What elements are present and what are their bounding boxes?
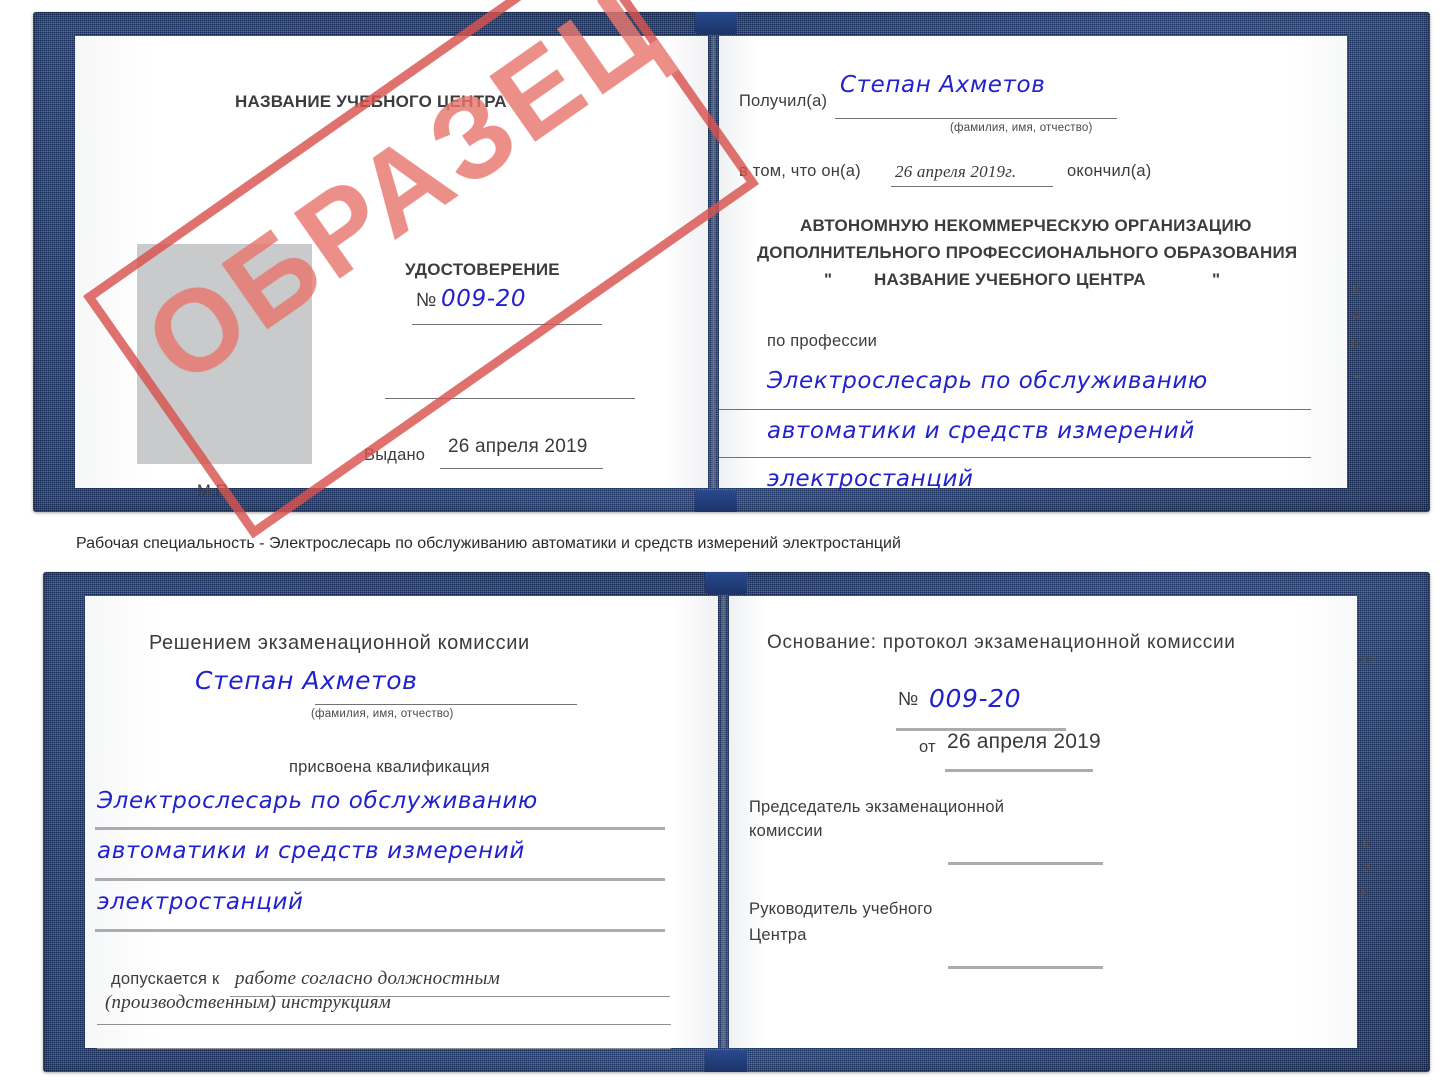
- qualification-rule-1-bottom: [95, 827, 665, 830]
- qualification-line-1-bottom: Электрослесарь по обслуживанию: [97, 788, 538, 814]
- protocol-number-label-bottom: №: [898, 689, 919, 710]
- admitted-line-1-bottom: работе согласно должностным: [235, 968, 500, 989]
- page-bottom-right: Основание: протокол экзаменационной коми…: [729, 596, 1357, 1048]
- profession-label-top: по профессии: [767, 332, 878, 350]
- page-top-left: НАЗВАНИЕ УЧЕБНОГО ЦЕНТРА УДОСТОВЕРЕНИЕ №…: [75, 36, 708, 500]
- org-line-3-top: НАЗВАНИЕ УЧЕБНОГО ЦЕНТРА: [874, 270, 1146, 289]
- spine-notch-top: [695, 12, 737, 34]
- issued-date-top: 26 апреля 2019: [448, 436, 588, 457]
- issued-rule-top: [440, 468, 603, 469]
- page-bottom-left: Решением экзаменационной комиссии Степан…: [85, 596, 718, 1049]
- fio-hint-top: (фамилия, имя, отчество): [950, 122, 1093, 134]
- certificate-bottom: Решением экзаменационной комиссии Степан…: [43, 572, 1430, 1072]
- edge-fragment: –: [1363, 758, 1371, 774]
- edge-fragment: и: [1363, 834, 1371, 850]
- photo-placeholder-top: [137, 244, 312, 464]
- issued-label-top: Выдано: [364, 446, 426, 464]
- qualification-line-2-bottom: автоматики и средств измерений: [97, 838, 525, 864]
- certificate-title-top: УДОСТОВЕРЕНИЕ: [405, 260, 560, 279]
- edge-fragment: а: [1353, 307, 1361, 323]
- edge-fragment: –: [1353, 444, 1361, 460]
- qualification-rule-2-bottom: [95, 878, 665, 881]
- received-rule-top: [835, 118, 1117, 119]
- decision-title-bottom: Решением экзаменационной комиссии: [149, 632, 530, 654]
- protocol-number-value-bottom: 009-20: [929, 684, 1022, 713]
- profession-line-3-top: электростанций: [767, 466, 974, 492]
- decision-name-rule-bottom: [315, 704, 577, 705]
- profession-rule-2-top: [719, 457, 1311, 458]
- certificate-number-label-top: №: [416, 290, 437, 311]
- head-line-2-bottom: Центра: [749, 926, 807, 944]
- edge-fragment: –: [1363, 790, 1371, 806]
- fio-hint-bottom: (фамилия, имя, отчество): [311, 708, 454, 720]
- admitted-label-bottom: допускается к: [111, 970, 220, 988]
- edge-fragment: к-: [1361, 884, 1372, 900]
- profession-line-1-top: Электрослесарь по обслуживанию: [767, 368, 1208, 394]
- spine-bottom: [721, 596, 726, 1048]
- qualification-label-bottom: присвоена квалификация: [289, 758, 490, 776]
- qualification-rule-3-bottom: [95, 929, 665, 932]
- received-name-top: Степан Ахметов: [840, 72, 1046, 98]
- edge-fragment: –: [1363, 916, 1371, 932]
- edge-fragment: –: [1363, 812, 1371, 828]
- page-top-right: Получил(а) Степан Ахметов (фамилия, имя,…: [719, 36, 1347, 492]
- edge-fragment: –: [1353, 180, 1361, 196]
- org-line-1-top: АВТОНОМНУЮ НЕКОММЕРЧЕСКУЮ ОРГАНИЗАЦИЮ: [800, 216, 1252, 235]
- in-that-label-top: в том, что он(а): [739, 162, 861, 180]
- certificate-number-rule-top: [412, 324, 602, 325]
- profession-rule-1-top: [719, 409, 1311, 410]
- completion-date-top: 26 апреля 2019г.: [895, 162, 1017, 181]
- protocol-date-value-bottom: 26 апреля 2019: [947, 730, 1101, 753]
- protocol-date-label-bottom: от: [919, 738, 936, 756]
- certificate-top: НАЗВАНИЕ УЧЕБНОГО ЦЕНТРА УДОСТОВЕРЕНИЕ №…: [33, 12, 1430, 512]
- spine-notch-bottom-top2: [705, 572, 747, 594]
- admitted-rule-3-bottom: [97, 1048, 671, 1049]
- profession-line-2-top: автоматики и средств измерений: [767, 418, 1195, 444]
- completion-date-rule-top: [891, 186, 1053, 187]
- spine-notch-bottom-top: [695, 490, 737, 512]
- qualification-line-3-bottom: электростанций: [97, 889, 304, 915]
- certificate-number-value-top: 009-20: [441, 286, 527, 312]
- blank-rule-top: [385, 398, 635, 399]
- edge-fragment: –: [1363, 982, 1371, 998]
- seal-label-top: М.П.: [197, 482, 233, 500]
- basis-label-bottom: Основание: протокол экзаменационной коми…: [767, 632, 1236, 653]
- edge-fragment: –: [1363, 1012, 1371, 1028]
- finished-label-top: окончил(а): [1067, 162, 1152, 180]
- received-label-top: Получил(а): [739, 92, 828, 110]
- chairman-line-2-bottom: комиссии: [749, 822, 823, 840]
- edge-fragment: ии: [1358, 650, 1374, 666]
- image-caption: Рабочая специальность - Электрослесарь п…: [76, 535, 901, 552]
- protocol-date-rule-bottom: [945, 769, 1093, 772]
- head-signature-rule-bottom: [948, 966, 1103, 969]
- admitted-rule-2-bottom: [97, 1024, 671, 1025]
- spine-top: [711, 36, 716, 488]
- edge-fragment: –: [1363, 950, 1371, 966]
- org-line-2-top: ДОПОЛНИТЕЛЬНОГО ПРОФЕССИОНАЛЬНОГО ОБРАЗО…: [757, 243, 1298, 262]
- org-quote-open-top: ": [824, 270, 833, 289]
- training-center-name-top: НАЗВАНИЕ УЧЕБНОГО ЦЕНТРА: [235, 92, 507, 111]
- edge-fragment: и: [1353, 280, 1361, 296]
- edge-fragment: к-: [1351, 334, 1362, 350]
- decision-name-bottom: Степан Ахметов: [195, 666, 418, 695]
- chairman-signature-rule-bottom: [948, 862, 1103, 865]
- spine-notch-bottom-bot2: [705, 1050, 747, 1072]
- edge-fragment: –: [1353, 220, 1361, 236]
- org-quote-close-top: ": [1212, 270, 1221, 289]
- edge-fragment: –: [1353, 367, 1361, 383]
- edge-fragment: а: [1363, 858, 1371, 874]
- edge-fragment: –: [1353, 256, 1361, 272]
- chairman-line-1-bottom: Председатель экзаменационной: [749, 798, 1005, 816]
- edge-fragment: –: [1353, 404, 1361, 420]
- head-line-1-bottom: Руководитель учебного: [749, 900, 933, 918]
- admitted-line-2-bottom: (производственным) инструкциям: [105, 992, 391, 1013]
